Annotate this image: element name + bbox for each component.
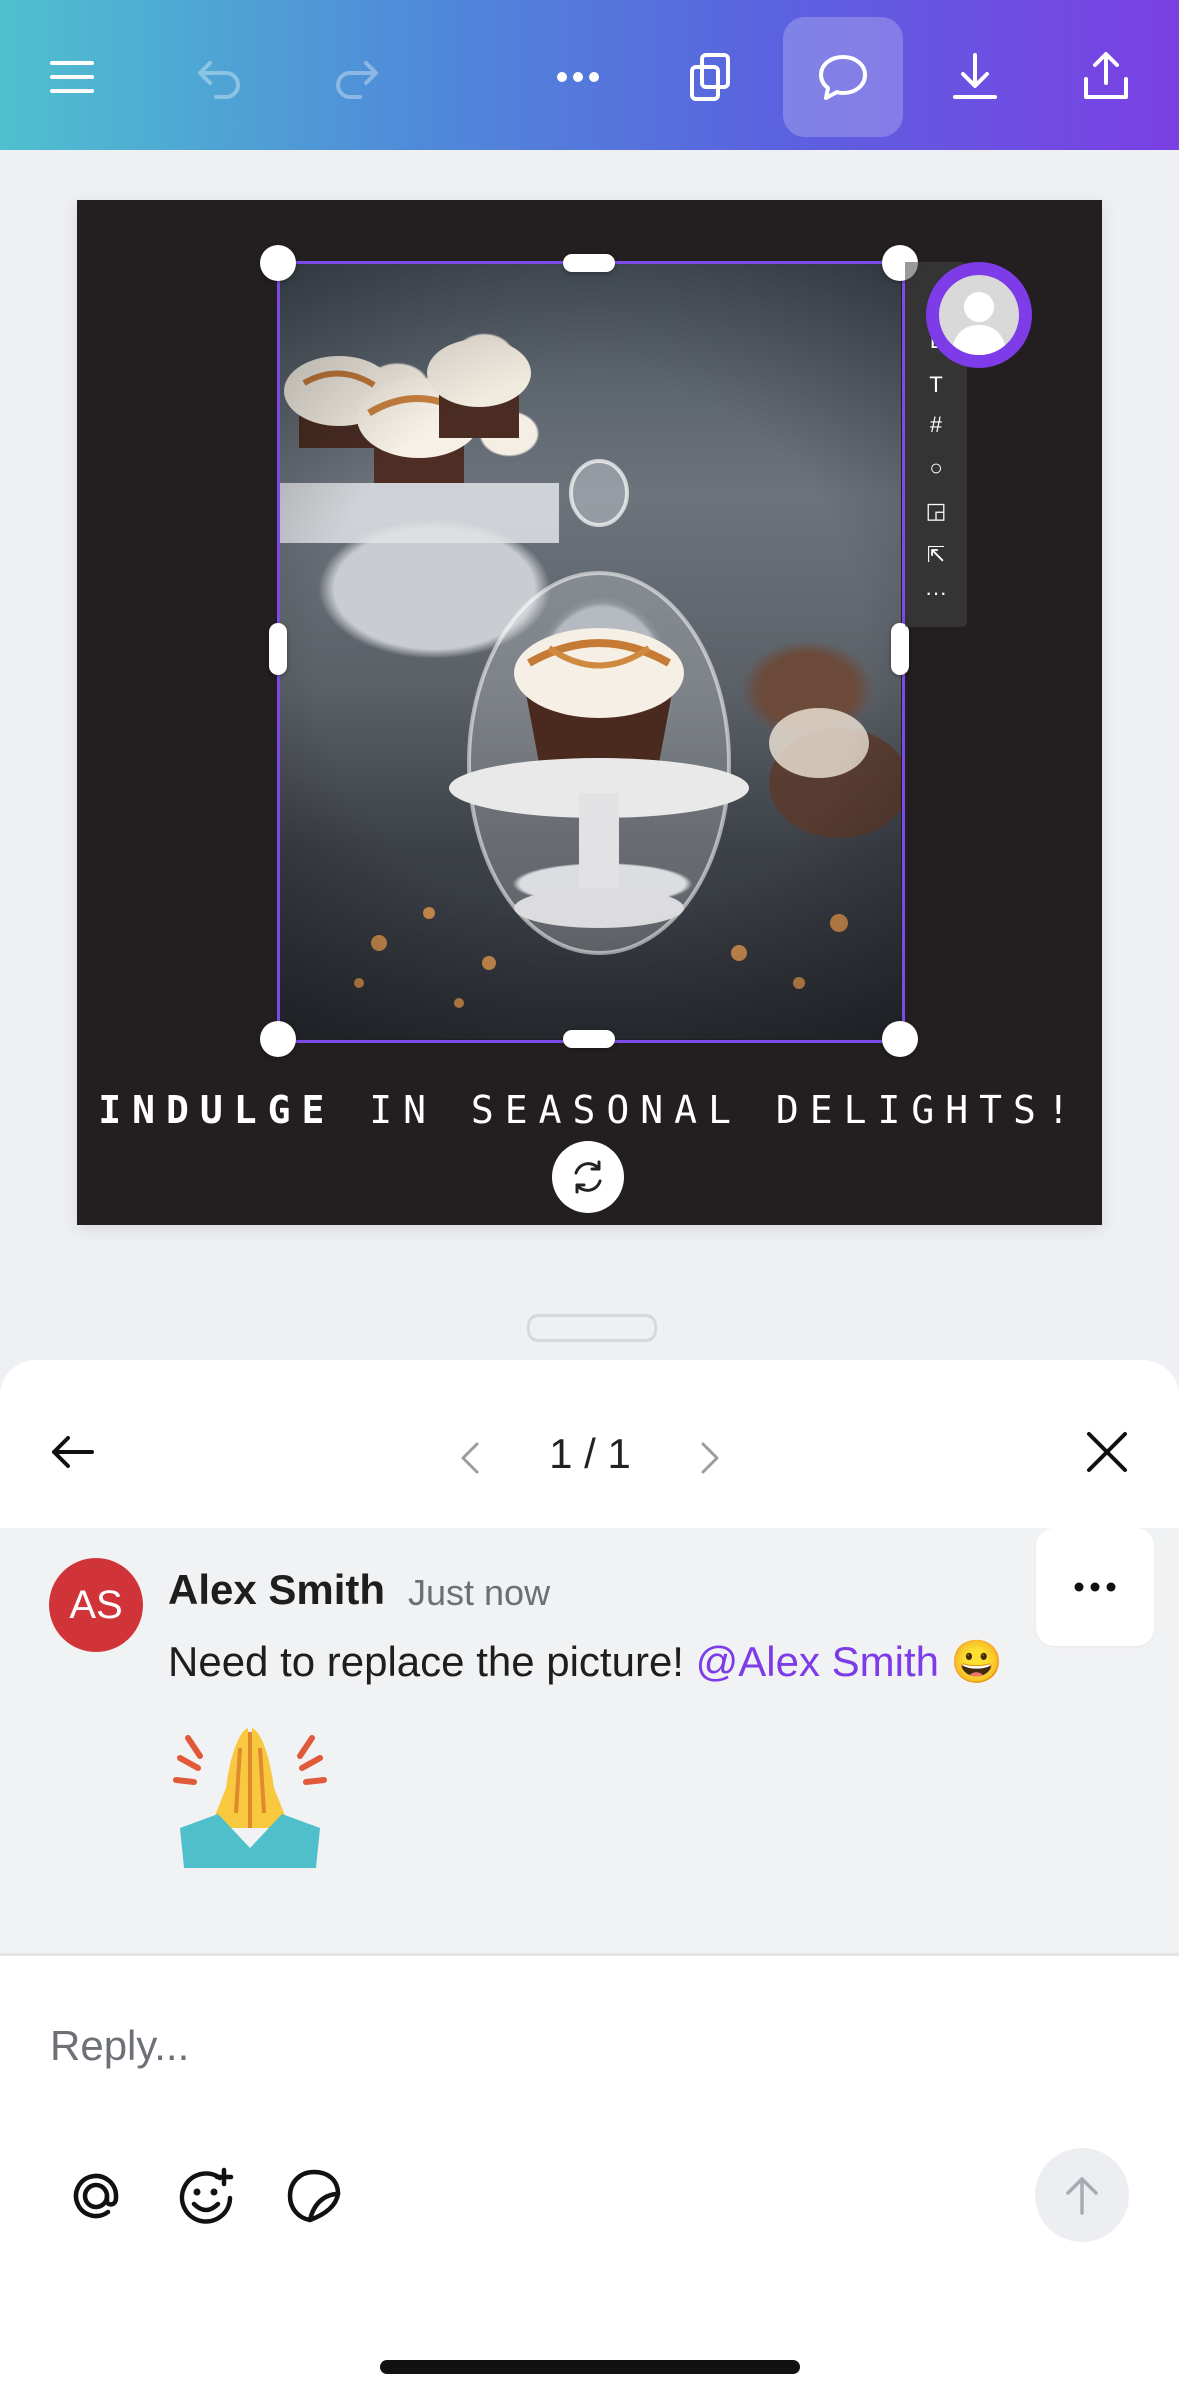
comment-timestamp: Just now	[408, 1572, 551, 1613]
arrow-left-icon	[52, 1436, 94, 1468]
comment-pager: 1 / 1	[440, 1420, 740, 1490]
undo-button[interactable]	[158, 17, 278, 137]
add-emoji-icon	[179, 2167, 234, 2224]
close-button[interactable]	[1075, 1420, 1139, 1484]
resize-handle-bottom[interactable]	[563, 1030, 615, 1048]
close-icon	[1087, 1432, 1127, 1472]
mention-button[interactable]	[60, 2160, 132, 2232]
more-button[interactable]	[518, 17, 638, 137]
chevron-left-icon	[461, 1442, 479, 1474]
comment-thread: AS Alex Smith Just now Need to replace t…	[0, 1528, 1179, 1953]
image-selection-border	[277, 261, 905, 1043]
comment-icon	[819, 55, 867, 100]
comment-sheet-header: 1 / 1	[0, 1360, 1179, 1528]
comment-body: Need to replace the picture!	[168, 1638, 696, 1685]
sheet-drag-handle[interactable]	[527, 1314, 657, 1342]
download-icon	[953, 53, 997, 99]
resize-handle-top[interactable]	[563, 254, 615, 272]
share-icon	[1084, 52, 1128, 99]
user-avatar-icon	[939, 275, 1019, 355]
undo-icon	[198, 61, 240, 99]
resize-handle-bottom-right[interactable]	[882, 1021, 918, 1057]
redo-button[interactable]	[298, 17, 418, 137]
tool-more[interactable]: ···	[905, 580, 967, 606]
sticker-button[interactable]	[278, 2160, 350, 2232]
pages-icon	[690, 53, 730, 101]
tool-grid[interactable]: #	[905, 412, 967, 438]
redo-icon	[336, 61, 378, 99]
comment-text: Need to replace the picture! @Alex Smith…	[168, 1638, 1003, 1687]
comment-options-button[interactable]	[1036, 1528, 1154, 1646]
mention-link[interactable]: @Alex Smith	[696, 1638, 939, 1685]
design-headline[interactable]: INDULGE IN SEASONAL DELIGHTS!	[77, 1088, 1102, 1132]
rotate-button[interactable]	[552, 1141, 624, 1213]
comment-sheet: 1 / 1 AS Alex Smith Just now Need to rep…	[0, 1360, 1179, 2396]
comment-page-indicator: 1 / 1	[549, 1430, 631, 1477]
top-toolbar	[0, 0, 1179, 150]
arrow-up-icon	[1066, 2177, 1098, 2215]
emoji-button[interactable]	[170, 2160, 242, 2232]
tool-shape[interactable]: ○	[905, 455, 967, 481]
comment-pin-avatar[interactable]	[926, 262, 1032, 368]
tool-frame[interactable]: ◲	[905, 498, 967, 524]
resize-handle-right[interactable]	[891, 623, 909, 675]
share-button[interactable]	[1046, 17, 1166, 137]
hamburger-icon	[50, 61, 94, 93]
resize-handle-top-left[interactable]	[260, 245, 296, 281]
headline-rest: IN SEASONAL DELIGHTS!	[335, 1088, 1081, 1132]
pages-button[interactable]	[650, 17, 770, 137]
comments-button[interactable]	[783, 17, 903, 137]
avatar[interactable]: AS	[49, 1558, 143, 1652]
grinning-emoji: 😀	[950, 1638, 1003, 1685]
comment-author: Alex Smith	[168, 1566, 386, 1613]
at-sign-icon	[73, 2173, 119, 2219]
tool-text[interactable]: T	[905, 372, 967, 398]
resize-handle-bottom-left[interactable]	[260, 1021, 296, 1057]
resize-handle-left[interactable]	[269, 623, 287, 675]
tool-upload[interactable]: ⇱	[905, 542, 967, 568]
chevron-right-icon	[701, 1442, 719, 1474]
rotate-icon	[574, 1160, 602, 1194]
prev-comment-button[interactable]	[440, 1428, 500, 1488]
send-button[interactable]	[1035, 2148, 1129, 2242]
home-indicator	[380, 2360, 800, 2374]
sticker-icon	[287, 2169, 341, 2223]
more-horizontal-icon	[1074, 1582, 1116, 1592]
reaction-emoji[interactable]	[170, 1718, 330, 1883]
download-button[interactable]	[915, 17, 1035, 137]
menu-button[interactable]	[12, 17, 132, 137]
headline-bold: INDULGE	[98, 1088, 336, 1132]
reply-input[interactable]	[48, 2010, 952, 2082]
reply-divider	[0, 1953, 1179, 1956]
next-comment-button[interactable]	[680, 1428, 740, 1488]
more-horizontal-icon	[557, 72, 599, 82]
folded-hands-icon	[173, 1728, 327, 1868]
back-button[interactable]	[40, 1420, 104, 1484]
